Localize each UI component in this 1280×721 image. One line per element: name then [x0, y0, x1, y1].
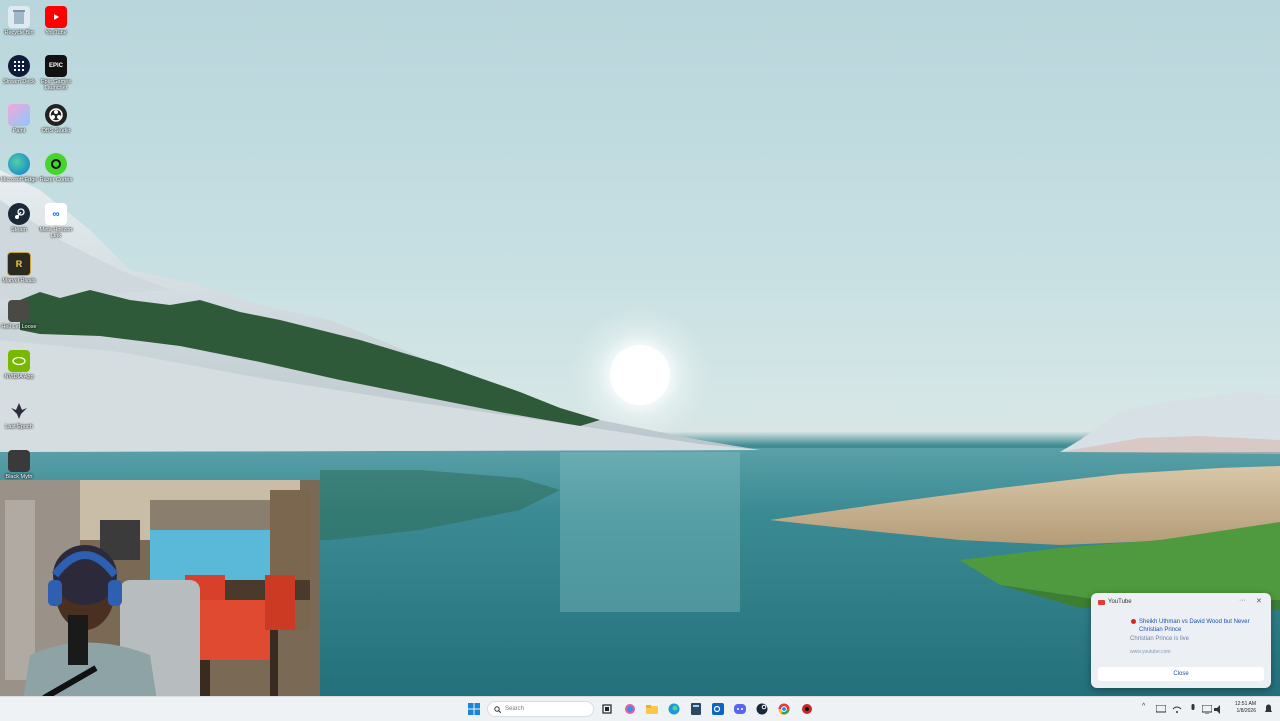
discord-icon [734, 704, 746, 714]
stream-deck-icon [8, 55, 30, 77]
desktop-icon-label: Stream Deck [3, 79, 35, 85]
youtube-icon [45, 6, 67, 28]
tray-volume-icon[interactable] [1212, 702, 1226, 716]
desktop-icon-label: Meta Horizon Link [39, 227, 73, 239]
desktop-icon-steam[interactable]: Steam [0, 203, 38, 233]
desktop-icon-label: NVIDIA App [4, 374, 34, 380]
desktop-icon-hell-let-loose[interactable]: Hell Let Loose [0, 300, 38, 330]
notification-app-header: YouTube [1098, 599, 1132, 605]
taskbar-outlook[interactable] [711, 702, 725, 716]
start-button[interactable] [467, 702, 481, 716]
desktop-icon-nvidia[interactable]: NVIDIA App [0, 350, 38, 380]
taskbar-clock[interactable]: 12:51 AM 1/8/2026 [1226, 701, 1256, 715]
desktop-icon-paint[interactable]: Paint [0, 104, 38, 134]
app-icon [802, 704, 812, 714]
taskbar-app[interactable] [800, 702, 814, 716]
search-icon [494, 705, 501, 713]
task-view-button[interactable] [600, 702, 614, 716]
desktop-icon-label: Microsoft Edge [0, 177, 38, 183]
notification-site: www.youtube.com [1130, 649, 1171, 655]
paint-icon [8, 104, 30, 126]
taskbar-chrome[interactable] [777, 702, 791, 716]
desktop-icon-razer-cortex[interactable]: Razer Cortex [37, 153, 75, 183]
search-placeholder: Search [505, 706, 525, 712]
clock-date: 1/8/2026 [1236, 708, 1256, 714]
taskbar-edge[interactable] [667, 702, 681, 716]
desktop-icon-marvel-rivals[interactable]: R Marvel Rivals [0, 252, 38, 284]
steam-icon [756, 703, 768, 715]
notification-thumbnail [1098, 618, 1122, 642]
nvidia-icon [8, 350, 30, 372]
recycle-bin-icon [8, 6, 30, 28]
tray-microphone-icon[interactable] [1186, 702, 1200, 716]
taskbar-file-explorer[interactable] [645, 702, 659, 716]
epic-games-icon: EPIC [45, 55, 67, 77]
tray-network-icon[interactable] [1170, 702, 1184, 716]
task-view-icon [602, 704, 612, 714]
desktop-icon-edge[interactable]: Microsoft Edge [0, 153, 38, 183]
notification-toast[interactable]: YouTube ··· ✕ Sheikh Uthman vs David Woo… [1091, 593, 1271, 688]
webcam-overlay [0, 480, 320, 720]
taskbar-steam[interactable] [755, 702, 769, 716]
razer-cortex-icon [45, 153, 67, 175]
desktop-icon-youtube[interactable]: YouTube [37, 6, 75, 36]
youtube-small-icon [1098, 599, 1105, 605]
desktop-icon-stream-deck[interactable]: Stream Deck [0, 55, 38, 85]
taskbar: Search ^ 12:51 AM 1/8/2026 [0, 696, 1280, 721]
obs-icon [45, 104, 67, 126]
edge-icon [668, 703, 680, 715]
folder-icon [646, 704, 658, 714]
desktop-icon-label: OBS Studio [41, 128, 71, 134]
copilot-icon [625, 704, 635, 714]
taskbar-copilot[interactable] [623, 702, 637, 716]
taskbar-discord[interactable] [733, 702, 747, 716]
hell-let-loose-icon [8, 300, 30, 322]
desktop-icon-label: Razer Cortex [39, 177, 73, 183]
windows-icon [468, 703, 480, 715]
desktop-icon-epic-games[interactable]: EPIC Epic Games Launcher [37, 55, 75, 91]
desktop-icon-label: Hell Let Loose [1, 324, 37, 330]
notification-bell-icon[interactable] [1261, 702, 1275, 716]
desktop-icon-label: Marvel Rivals [2, 278, 36, 284]
chrome-icon [778, 703, 790, 715]
desktop-icon-label: Paint [12, 128, 26, 134]
notification-close-button[interactable]: Close [1098, 667, 1264, 681]
live-indicator-icon [1131, 619, 1136, 624]
taskbar-search-input[interactable]: Search [487, 701, 594, 717]
desktop-icon-recycle-bin[interactable]: Recycle Bin [0, 6, 38, 36]
desktop-icon-label: Steam [11, 227, 27, 233]
notification-subtitle: Christian Prince is live [1130, 636, 1190, 642]
last-epoch-icon [8, 400, 30, 422]
desktop-icon-label: Epic Games Launcher [41, 79, 71, 91]
desktop-icon-last-epoch[interactable]: Last Epoch [0, 400, 38, 430]
edge-icon [8, 153, 30, 175]
desktop-icon-label: YouTube [45, 30, 67, 36]
desktop-icon-game[interactable]: Black Myth [0, 450, 38, 480]
steam-icon [8, 203, 30, 225]
clock-time: 12:51 AM [1234, 701, 1256, 707]
outlook-icon [712, 703, 724, 715]
taskbar-calculator[interactable] [689, 702, 703, 716]
calculator-icon [691, 703, 701, 715]
game-icon [8, 450, 30, 472]
desktop-icon-label: Recycle Bin [4, 30, 34, 36]
notification-title: Sheikh Uthman vs David Wood but Never Ch… [1139, 619, 1250, 633]
desktop-icon-label: Last Epoch [5, 424, 33, 430]
desktop-icon-meta[interactable]: ∞ Meta Horizon Link [37, 203, 75, 239]
tray-overflow-chevron-icon[interactable]: ^ [1142, 703, 1145, 710]
marvel-rivals-icon: R [7, 252, 31, 276]
tray-display-icon[interactable] [1154, 702, 1168, 716]
desktop-icon-obs[interactable]: OBS Studio [37, 104, 75, 134]
notification-app-name: YouTube [1108, 599, 1132, 605]
dismiss-icon[interactable]: ✕ [1256, 597, 1262, 605]
more-options-icon[interactable]: ··· [1239, 597, 1246, 604]
meta-icon: ∞ [45, 203, 67, 225]
